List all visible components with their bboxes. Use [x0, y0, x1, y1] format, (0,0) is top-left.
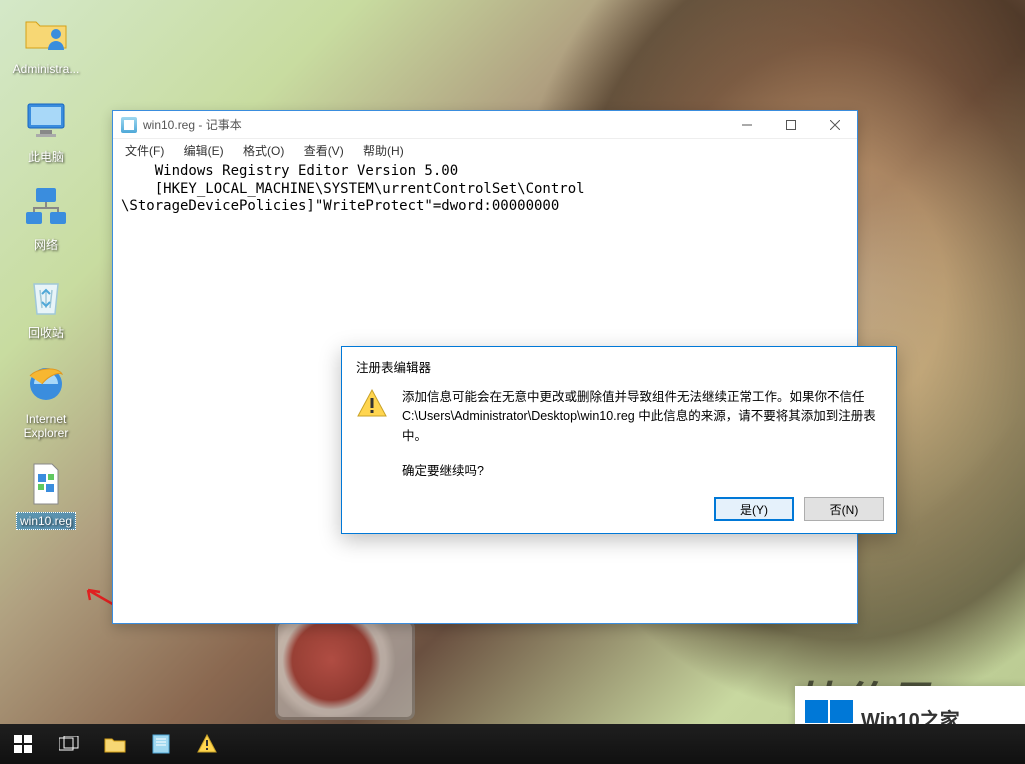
icon-label: 回收站	[28, 324, 64, 341]
warning-icon	[356, 388, 388, 420]
wallpaper-badge	[275, 620, 415, 720]
notepad-content[interactable]: Windows Registry Editor Version 5.00 [HK…	[113, 161, 857, 218]
taskbar-explorer[interactable]	[92, 724, 138, 764]
notepad-icon	[121, 117, 137, 133]
recycle-bin-icon	[22, 272, 70, 320]
taskbar-warning[interactable]	[184, 724, 230, 764]
task-view-button[interactable]	[46, 724, 92, 764]
icon-recycle-bin[interactable]: 回收站	[8, 272, 84, 342]
icon-ie[interactable]: Internet Explorer	[8, 360, 84, 442]
icon-reg-file[interactable]: win10.reg	[8, 460, 84, 530]
icon-this-pc[interactable]: 此电脑	[8, 96, 84, 166]
ie-icon	[22, 360, 70, 408]
folder-user-icon	[22, 8, 70, 56]
dialog-body: 添加信息可能会在无意中更改或删除值并导致组件无法继续正常工作。如果你不信任 C:…	[342, 382, 896, 492]
maximize-button[interactable]	[769, 111, 813, 139]
icon-label: Internet Explorer	[24, 412, 69, 440]
icon-label: 网络	[34, 236, 58, 253]
menu-file[interactable]: 文件(F)	[117, 139, 172, 162]
notepad-window: win10.reg - 记事本 文件(F) 编辑(E) 格式(O) 查看(V) …	[112, 110, 858, 624]
notepad-title-text: win10.reg - 记事本	[143, 116, 725, 133]
no-button[interactable]: 否(N)	[804, 497, 884, 521]
start-button[interactable]	[0, 724, 46, 764]
icon-label: Administra...	[13, 62, 80, 76]
menu-help[interactable]: 帮助(H)	[355, 139, 412, 162]
dialog-title: 注册表编辑器	[342, 347, 896, 382]
taskbar	[0, 724, 1025, 764]
dialog-buttons: 是(Y) 否(N)	[714, 497, 884, 521]
reg-file-icon	[22, 460, 70, 508]
dialog-message: 添加信息可能会在无意中更改或删除值并导致组件无法继续正常工作。如果你不信任 C:…	[402, 388, 876, 482]
icon-network[interactable]: 网络	[8, 184, 84, 254]
regedit-dialog: 注册表编辑器 添加信息可能会在无意中更改或删除值并导致组件无法继续正常工作。如果…	[341, 346, 897, 534]
yes-button[interactable]: 是(Y)	[714, 497, 794, 521]
taskbar-notepad[interactable]	[138, 724, 184, 764]
minimize-button[interactable]	[725, 111, 769, 139]
network-icon	[22, 184, 70, 232]
menu-edit[interactable]: 编辑(E)	[176, 139, 232, 162]
menu-view[interactable]: 查看(V)	[296, 139, 352, 162]
desktop-icons: Administra... 此电脑 网络 回收站 Internet Explor…	[8, 8, 88, 548]
icon-label: win10.reg	[16, 512, 76, 530]
icon-label: 此电脑	[28, 148, 64, 165]
icon-administrator[interactable]: Administra...	[8, 8, 84, 78]
close-button[interactable]	[813, 111, 857, 139]
desktop: Administra... 此电脑 网络 回收站 Internet Explor…	[0, 0, 1025, 764]
monitor-icon	[22, 96, 70, 144]
menu-format[interactable]: 格式(O)	[235, 139, 292, 162]
notepad-titlebar[interactable]: win10.reg - 记事本	[113, 111, 857, 139]
notepad-menubar: 文件(F) 编辑(E) 格式(O) 查看(V) 帮助(H)	[113, 139, 857, 161]
